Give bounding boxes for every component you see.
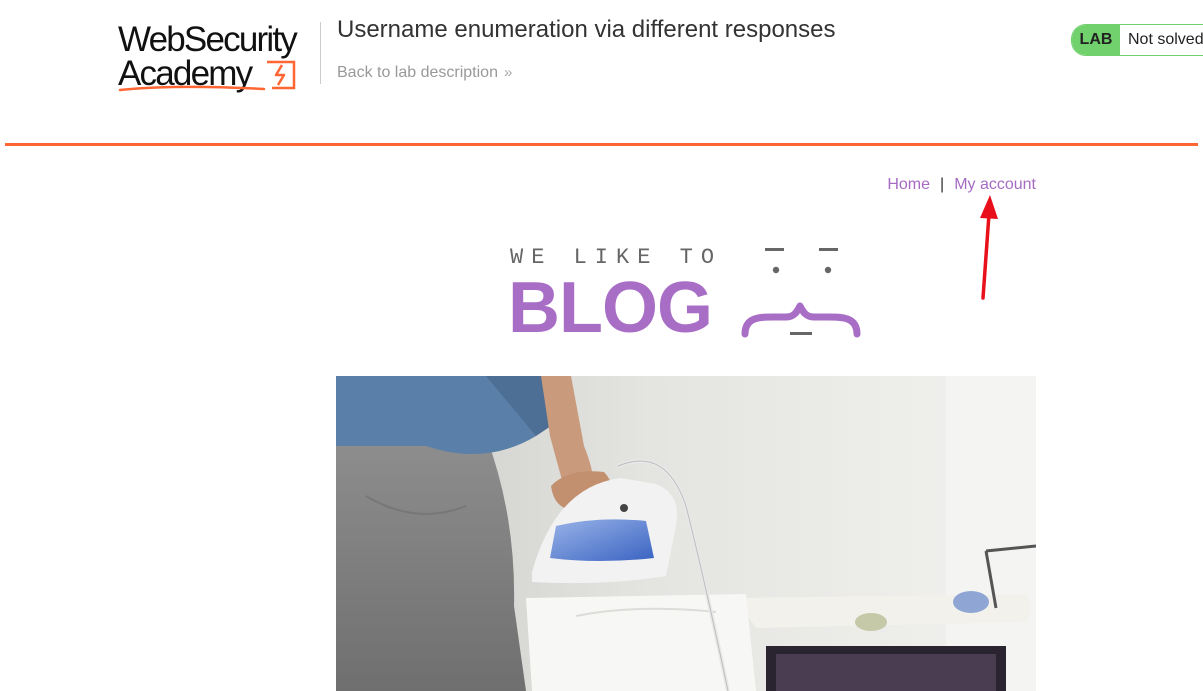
logo-underline-icon bbox=[118, 85, 266, 92]
blog-wordmark: BLOG bbox=[508, 268, 713, 348]
logo-text-line1: WebSecurity bbox=[118, 20, 298, 59]
blog-post-image[interactable] bbox=[336, 376, 1036, 691]
curly-brace-face-icon bbox=[741, 248, 861, 338]
web-security-academy-logo[interactable]: WebSecurity Academy bbox=[118, 20, 318, 94]
ironing-photo bbox=[336, 376, 1036, 691]
lightning-bolt-icon bbox=[267, 60, 296, 90]
nav-my-account-link[interactable]: My account bbox=[954, 176, 1036, 193]
header-divider bbox=[320, 22, 321, 84]
double-chevron-right-icon: » bbox=[503, 64, 513, 81]
header-divider-rule bbox=[5, 143, 1198, 146]
blog-logo: WE LIKE TO BLOG bbox=[508, 244, 868, 348]
lab-label: LAB bbox=[1072, 25, 1120, 55]
back-link-label: Back to lab description bbox=[337, 64, 498, 81]
back-to-lab-description-link[interactable]: Back to lab description » bbox=[337, 64, 513, 82]
lab-title: Username enumeration via different respo… bbox=[337, 16, 836, 43]
nav-separator: | bbox=[940, 176, 945, 193]
annotation-arrow-icon bbox=[980, 195, 998, 300]
top-navigation: Home | My account bbox=[887, 176, 1036, 194]
blog-tagline: WE LIKE TO bbox=[510, 245, 723, 270]
lab-status-badge: LAB Not solved bbox=[1071, 24, 1203, 56]
nav-home-link[interactable]: Home bbox=[887, 176, 930, 193]
lab-status-text: Not solved bbox=[1128, 31, 1203, 48]
